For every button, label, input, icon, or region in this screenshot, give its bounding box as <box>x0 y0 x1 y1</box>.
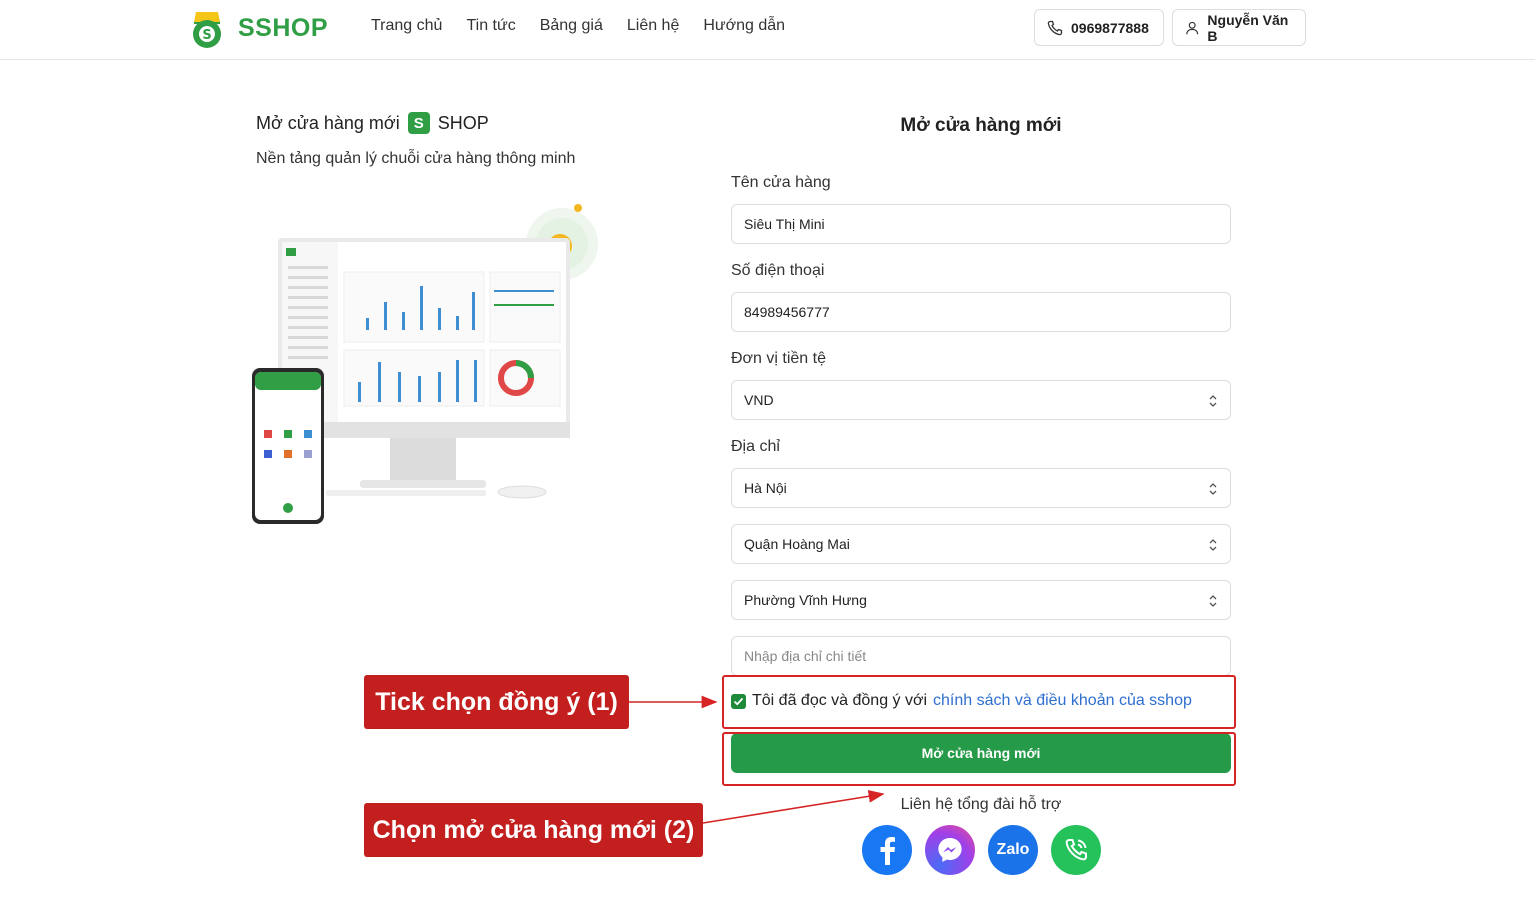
main-nav: Trang chủ Tin tức Bảng giá Liên hệ Hướng… <box>371 17 785 35</box>
currency-value: VND <box>744 392 774 408</box>
top-header: S SSHOP Trang chủ Tin tức Bảng giá Liên … <box>0 0 1535 60</box>
support-socials: Zalo <box>862 825 1101 875</box>
phone-value: 84989456777 <box>744 304 830 320</box>
logo-text: SSHOP <box>238 13 329 42</box>
support-text: Liên hệ tổng đài hỗ trợ <box>900 796 1062 813</box>
user-icon <box>1186 21 1199 34</box>
currency-label: Đơn vị tiền tệ <box>731 350 826 367</box>
messenger-icon[interactable] <box>925 825 975 875</box>
nav-home[interactable]: Trang chủ <box>371 17 442 35</box>
promo-title-suffix: SHOP <box>437 112 489 133</box>
select-chevron-icon <box>1209 483 1217 495</box>
select-chevron-icon <box>1209 395 1217 407</box>
annotation-step2-label: Chọn mở cửa hàng mới (2) <box>364 803 703 857</box>
phone-call-icon[interactable] <box>1051 825 1101 875</box>
nav-news[interactable]: Tin tức <box>466 17 515 35</box>
nav-guide[interactable]: Hướng dẫn <box>703 17 785 35</box>
annotation-box-submit <box>722 732 1236 786</box>
select-chevron-icon <box>1209 595 1217 607</box>
user-name: Nguyễn Văn B <box>1207 11 1289 44</box>
ward-value: Phường Vĩnh Hưng <box>744 592 867 608</box>
zalo-icon[interactable]: Zalo <box>988 825 1038 875</box>
nav-pricing[interactable]: Bảng giá <box>540 17 603 35</box>
phone-input[interactable]: 84989456777 <box>731 292 1231 332</box>
address-detail-placeholder: Nhập địa chỉ chi tiết <box>744 648 867 664</box>
facebook-icon[interactable] <box>862 825 912 875</box>
province-value: Hà Nội <box>744 480 787 496</box>
phone-label: Số điện thoại <box>731 262 825 279</box>
annotation-box-terms <box>722 675 1236 729</box>
district-value: Quận Hoàng Mai <box>744 536 850 552</box>
promo-title: Mở cửa hàng mới S SHOP <box>256 112 489 134</box>
currency-select[interactable]: VND <box>731 380 1231 420</box>
zalo-label: Zalo <box>996 841 1030 858</box>
logo-icon: S <box>186 8 228 48</box>
annotation-step1-label: Tick chọn đồng ý (1) <box>364 675 629 729</box>
user-menu-button[interactable]: Nguyễn Văn B <box>1172 9 1306 46</box>
store-name-label: Tên cửa hàng <box>731 174 831 191</box>
store-name-input[interactable]: Siêu Thị Mini <box>731 204 1231 244</box>
address-detail-input[interactable]: Nhập địa chỉ chi tiết <box>731 636 1231 676</box>
promo-title-prefix: Mở cửa hàng mới <box>256 112 400 133</box>
nav-contact[interactable]: Liên hệ <box>627 17 680 35</box>
address-label: Địa chỉ <box>731 438 780 455</box>
product-illustration <box>250 200 610 530</box>
ward-select[interactable]: Phường Vĩnh Hưng <box>731 580 1231 620</box>
s-badge-icon: S <box>407 112 430 134</box>
sshop-logo[interactable]: S SSHOP <box>186 8 328 48</box>
form-title: Mở cửa hàng mới <box>900 115 1062 136</box>
province-select[interactable]: Hà Nội <box>731 468 1231 508</box>
svg-text:S: S <box>202 28 211 43</box>
phone-icon <box>1047 20 1063 35</box>
phone-button[interactable]: 0969877888 <box>1034 9 1164 46</box>
district-select[interactable]: Quận Hoàng Mai <box>731 524 1231 564</box>
phone-number: 0969877888 <box>1071 19 1149 36</box>
promo-subtitle: Nền tảng quản lý chuỗi cửa hàng thông mi… <box>256 150 576 167</box>
store-name-value: Siêu Thị Mini <box>744 216 825 232</box>
select-chevron-icon <box>1209 539 1217 551</box>
